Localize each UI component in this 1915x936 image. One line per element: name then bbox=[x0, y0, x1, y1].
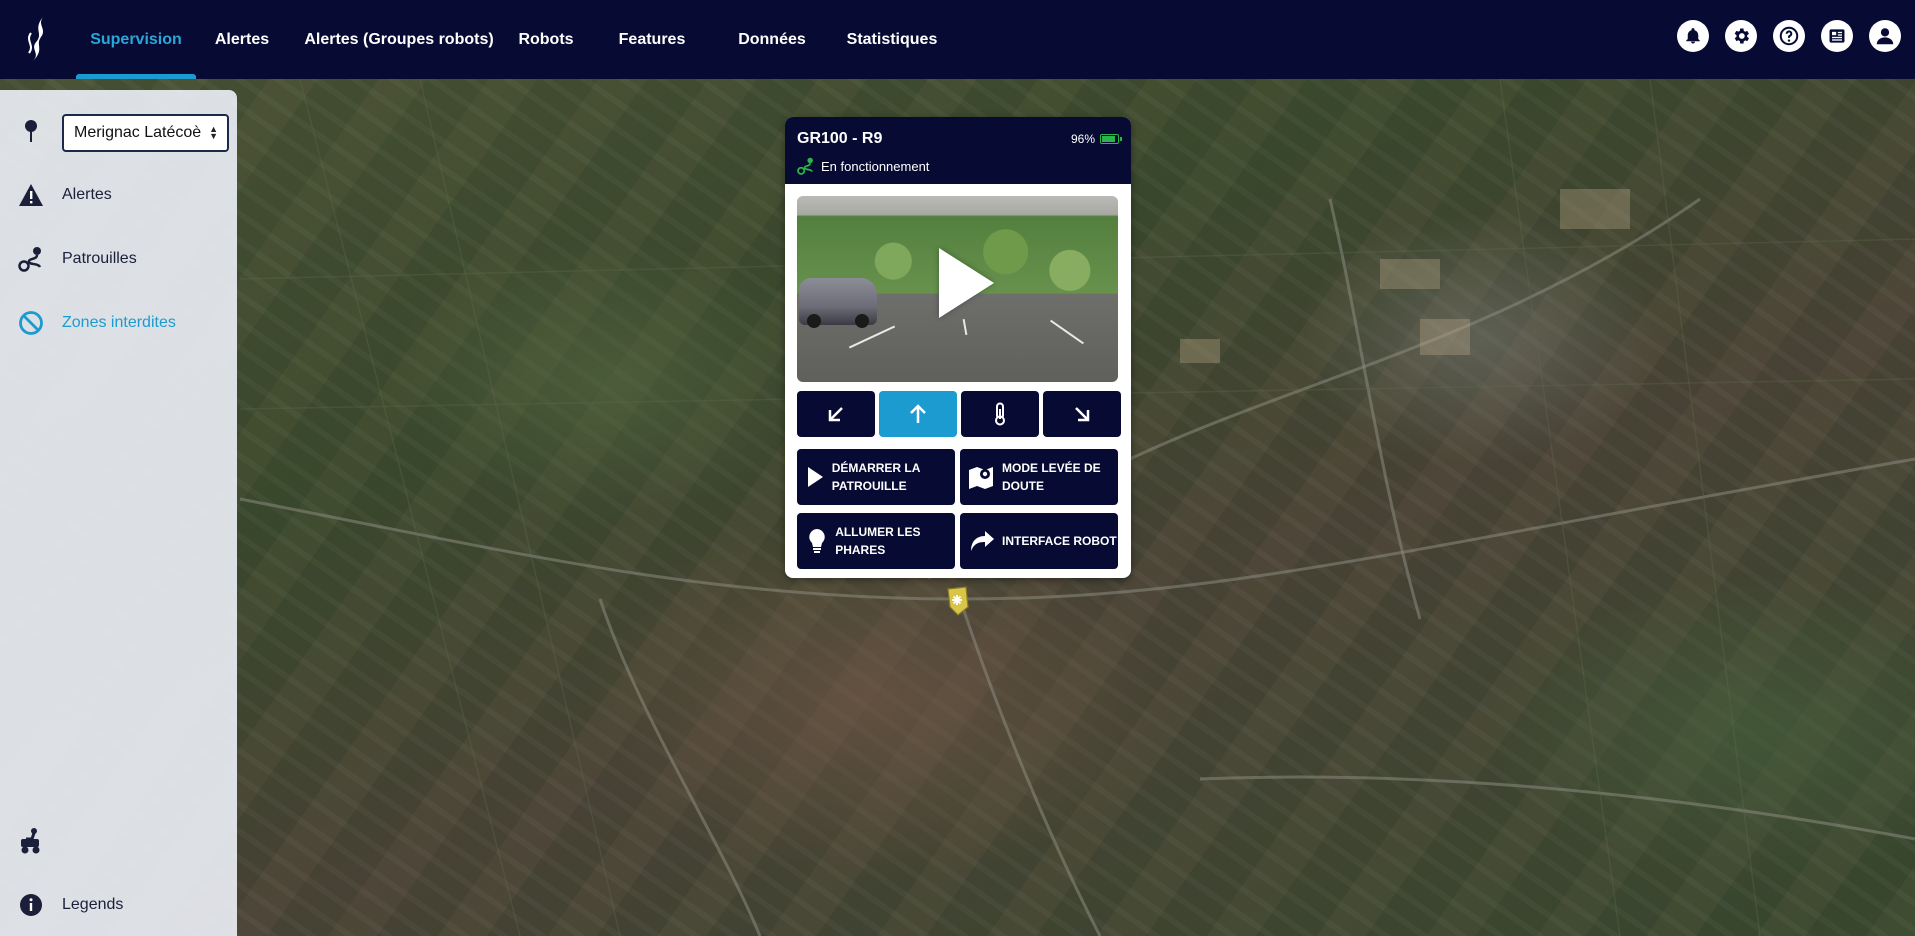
thermal-camera-button[interactable] bbox=[961, 391, 1039, 437]
sidebar-item-label: Zones interdites bbox=[62, 314, 176, 331]
nav-statistiques[interactable]: Statistiques bbox=[822, 0, 962, 79]
battery-indicator: 96% bbox=[1070, 132, 1122, 146]
app-logo[interactable] bbox=[0, 0, 76, 79]
nav-robots[interactable]: Robots bbox=[510, 0, 582, 79]
gear-icon[interactable] bbox=[1725, 20, 1757, 52]
sidebar-item-robot[interactable] bbox=[0, 819, 237, 863]
robot-arm-icon bbox=[0, 827, 62, 855]
main-nav: Supervision Alertes Alertes (Groupes rob… bbox=[76, 0, 962, 79]
help-icon[interactable] bbox=[1773, 20, 1805, 52]
route-icon bbox=[0, 246, 62, 272]
top-right-icons bbox=[1677, 20, 1901, 52]
turn-left-button[interactable] bbox=[797, 391, 875, 437]
sidebar-item-legends[interactable]: Legends bbox=[0, 883, 237, 927]
top-navigation-bar: Supervision Alertes Alertes (Groupes rob… bbox=[0, 0, 1915, 79]
robot-interface-button[interactable]: Interface robot bbox=[960, 513, 1118, 569]
video-frame-parking-line bbox=[1050, 319, 1084, 345]
robot-card-header: GR100 - R9 96% En fonctionnement bbox=[785, 117, 1131, 184]
thermometer-icon bbox=[995, 402, 1005, 426]
arrow-up-icon bbox=[910, 404, 926, 423]
start-patrol-label: Démarrer la patrouille bbox=[831, 461, 920, 493]
share-arrow-icon bbox=[968, 530, 996, 552]
select-arrows-icon: ▲ ▼ bbox=[209, 124, 218, 141]
sidebar: Merignac Latécoère ▲ ▼ Alertes Patrouille… bbox=[0, 90, 237, 936]
headlights-label: Allumer les phares bbox=[835, 525, 921, 557]
news-icon[interactable] bbox=[1821, 20, 1853, 52]
battery-percent: 96% bbox=[1070, 132, 1095, 146]
nav-alertes-groupes-robots[interactable]: Alertes (Groupes robots) bbox=[288, 0, 510, 79]
robot-map-marker[interactable] bbox=[944, 585, 970, 617]
map-pin-icon bbox=[0, 119, 62, 143]
arrow-down-left-icon bbox=[828, 407, 843, 422]
battery-icon bbox=[1100, 134, 1122, 144]
bell-icon[interactable] bbox=[1677, 20, 1709, 52]
route-icon bbox=[797, 157, 814, 175]
sidebar-item-label: Legends bbox=[62, 896, 124, 913]
turn-right-button[interactable] bbox=[1043, 391, 1121, 437]
sidebar-item-patrouilles[interactable]: Patrouilles bbox=[0, 237, 237, 281]
play-icon[interactable] bbox=[939, 248, 994, 318]
sidebar-item-alertes[interactable]: Alertes bbox=[0, 173, 237, 217]
site-select[interactable]: Merignac Latécoère ▲ ▼ bbox=[62, 114, 229, 152]
video-frame-wheel bbox=[807, 314, 821, 328]
robot-interface-label: Interface robot bbox=[1002, 534, 1117, 548]
doubt-mode-label: Mode levée de doute bbox=[1002, 461, 1101, 493]
nav-supervision[interactable]: Supervision bbox=[76, 0, 196, 79]
robot-status: En fonctionnement bbox=[797, 157, 1119, 175]
robot-status-text: En fonctionnement bbox=[821, 158, 930, 174]
sidebar-item-label: Alertes bbox=[62, 186, 112, 203]
headlights-button[interactable]: Allumer les phares bbox=[797, 513, 955, 569]
doubt-mode-button[interactable]: Mode levée de doute bbox=[960, 449, 1118, 505]
nav-donnees[interactable]: Données bbox=[722, 0, 822, 79]
info-icon bbox=[0, 893, 62, 917]
robot-video-player[interactable] bbox=[797, 196, 1118, 382]
video-frame-parking-line bbox=[962, 318, 968, 336]
sidebar-item-zones-interdites[interactable]: Zones interdites bbox=[0, 301, 237, 345]
play-icon bbox=[805, 466, 826, 488]
forward-button[interactable] bbox=[879, 391, 957, 437]
nav-alertes[interactable]: Alertes bbox=[196, 0, 288, 79]
user-icon[interactable] bbox=[1869, 20, 1901, 52]
nav-features[interactable]: Features bbox=[582, 0, 722, 79]
video-frame-parking-line bbox=[848, 325, 896, 349]
sidebar-item-label: Patrouilles bbox=[62, 250, 137, 267]
warning-icon bbox=[0, 183, 62, 207]
forbidden-icon bbox=[0, 310, 62, 336]
video-frame-wheel bbox=[855, 314, 869, 328]
start-patrol-button[interactable]: Démarrer la patrouille bbox=[797, 449, 955, 505]
site-select-value: Merignac Latécoère bbox=[74, 124, 202, 141]
arrow-down-right-icon bbox=[1075, 407, 1090, 422]
robot-card: GR100 - R9 96% En fonctionnement DÉMARRE… bbox=[785, 117, 1131, 578]
lightbulb-icon bbox=[805, 528, 829, 554]
map-marker-icon bbox=[968, 464, 996, 490]
robot-controls bbox=[797, 391, 1121, 437]
